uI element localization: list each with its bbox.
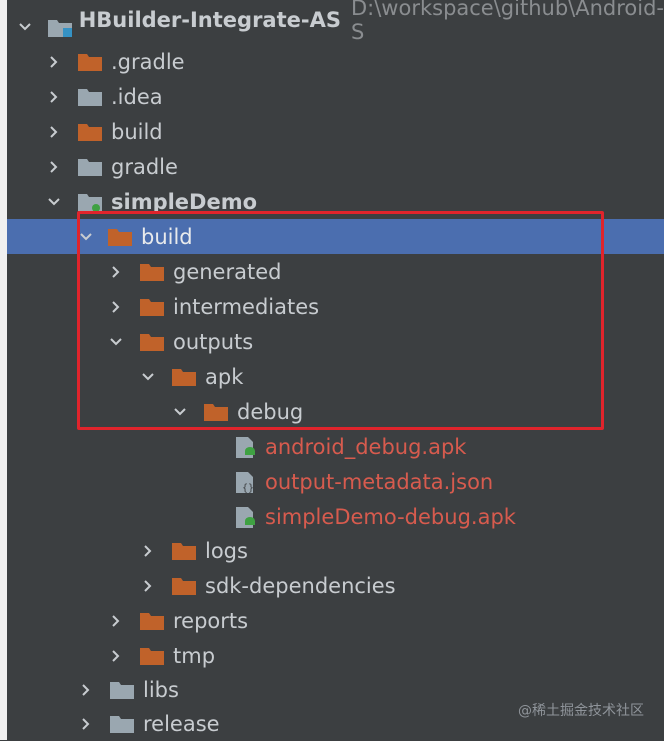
tree-item-label: build [111,119,163,144]
tree-item-label: release [143,711,220,736]
chevron-right-icon[interactable] [137,540,159,562]
chevron-right-icon[interactable] [75,679,97,701]
chevron-right-icon[interactable] [75,713,97,735]
chevron-right-icon[interactable] [105,610,127,632]
folder-icon [139,645,165,667]
chevron-right-icon[interactable] [105,645,127,667]
tree-row-reports[interactable]: reports [7,603,664,638]
tree-item-label: gradle [111,154,178,179]
tree-row-tmp[interactable]: tmp [7,638,664,673]
tree-item-label: simpleDemo [111,189,258,214]
tree-item-label: logs [205,538,248,563]
folder-icon [77,51,103,73]
chevron-right-icon[interactable] [43,156,65,178]
folder-icon [171,575,197,597]
folder-icon [77,156,103,178]
folder-icon [109,679,135,701]
chevron-right-icon[interactable] [43,86,65,108]
folder-icon [139,610,165,632]
folder-icon [109,713,135,735]
apk-file-icon [233,506,257,528]
tree-item-label: libs [143,677,179,702]
tree-item-label: .gradle [111,49,185,74]
json-file-icon: {} [233,471,257,494]
tree-row-logs[interactable]: logs [7,533,664,568]
tree-item-label: tmp [173,643,216,668]
tree-row-gradle[interactable]: gradle [7,149,664,184]
chevron-right-icon[interactable] [137,575,159,597]
left-gutter [0,0,7,740]
tree-row-simpledemo-debug-apk[interactable]: simpleDemo-debug.apk [7,499,664,534]
chevron-right-icon[interactable] [43,121,65,143]
module-folder-icon [77,191,103,213]
chevron-down-icon[interactable] [15,16,35,38]
chevron-down-icon[interactable] [43,191,65,213]
tree-item-label: .idea [111,84,163,109]
tree-row-project-root[interactable]: HBuilder-Integrate-AS D:\workspace\githu… [7,0,664,44]
folder-icon [171,540,197,562]
project-name: HBuilder-Integrate-AS [78,8,341,32]
tree-row-sdk-dependencies[interactable]: sdk-dependencies [7,568,664,603]
tree-row-android-debug-apk[interactable]: android_debug.apk [7,429,664,464]
watermark: @稀土掘金技术社区 [518,703,644,719]
tree-item-label: reports [173,608,249,633]
tree-row-output-metadata-json[interactable]: {} output-metadata.json [7,464,664,499]
tree-item-label: simpleDemo-debug.apk [265,504,516,529]
tree-row-idea[interactable]: .idea [7,79,664,114]
chevron-right-icon[interactable] [43,51,65,73]
tree-item-label: sdk-dependencies [205,573,396,598]
apk-file-icon [233,436,257,458]
folder-icon [77,121,103,143]
tree-item-label: output-metadata.json [265,469,494,494]
highlight-annotation-box [77,211,604,430]
folder-icon [77,86,103,108]
tree-row-gradle-dot[interactable]: .gradle [7,44,664,79]
module-folder-icon [47,16,73,38]
tree-item-label: android_debug.apk [265,434,467,459]
svg-text:{}: {} [242,483,254,494]
project-path: D:\workspace\github\Android-S [350,0,664,44]
tree-row-build-root[interactable]: build [7,114,664,149]
